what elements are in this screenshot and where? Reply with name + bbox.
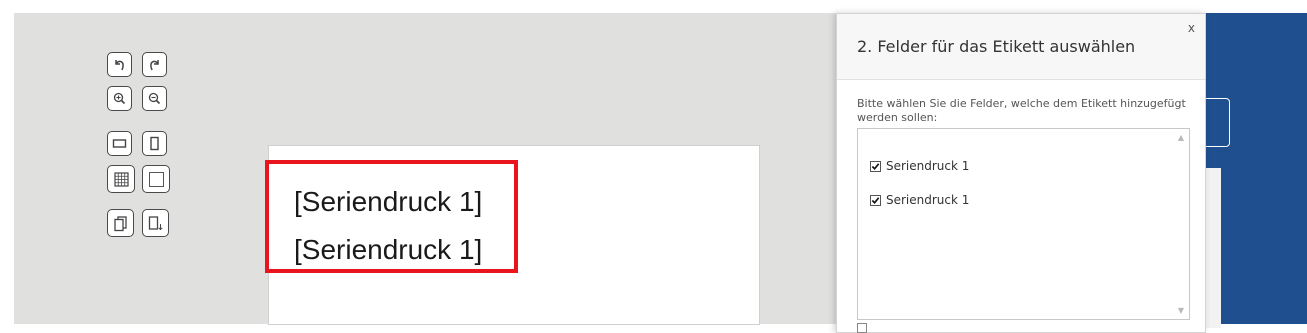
portrait-icon	[150, 136, 159, 151]
list-item[interactable]: Seriendruck 1	[870, 159, 969, 173]
label-field-1[interactable]: [Seriendruck 1]	[294, 186, 482, 218]
zoom-in-button[interactable]	[107, 86, 132, 111]
bottom-checkbox[interactable]	[857, 323, 867, 333]
grid-icon	[113, 171, 129, 187]
zoom-in-icon	[113, 92, 126, 105]
list-item-label: Seriendruck 1	[886, 159, 970, 173]
scroll-down-icon[interactable]: ▼	[1178, 306, 1184, 315]
dialog-description: Bitte wählen Sie die Felder, welche dem …	[857, 97, 1186, 124]
page-down-button[interactable]	[142, 209, 169, 237]
zoom-out-icon	[148, 92, 161, 105]
label-field-2[interactable]: [Seriendruck 1]	[294, 234, 482, 266]
no-grid-icon	[148, 171, 164, 187]
close-icon[interactable]: x	[1188, 22, 1195, 34]
field-list[interactable]: Seriendruck 1 Seriendruck 1 ▲ ▼	[857, 128, 1190, 320]
grid-button[interactable]	[107, 165, 135, 193]
duplicate-page-icon	[114, 215, 127, 231]
undo-icon	[115, 60, 124, 71]
zoom-out-button[interactable]	[142, 86, 167, 111]
checkmark-icon	[871, 196, 880, 204]
duplicate-page-button[interactable]	[107, 209, 134, 237]
undo-button[interactable]	[107, 52, 132, 77]
page-down-icon	[148, 215, 163, 230]
dialog-title: 2. Felder für das Etikett auswählen	[857, 37, 1136, 56]
landscape-icon	[112, 139, 127, 148]
list-item[interactable]: Seriendruck 1	[870, 193, 969, 207]
side-panel	[1206, 13, 1307, 324]
checkmark-icon	[871, 162, 880, 170]
redo-button[interactable]	[142, 52, 167, 77]
landscape-button[interactable]	[107, 131, 132, 156]
redo-icon	[150, 60, 159, 71]
portrait-button[interactable]	[142, 131, 167, 156]
checkbox[interactable]	[870, 194, 881, 206]
list-item-label: Seriendruck 1	[886, 193, 970, 207]
checkbox[interactable]	[870, 160, 881, 172]
scroll-up-icon[interactable]: ▲	[1178, 133, 1184, 142]
no-grid-button[interactable]	[142, 165, 170, 193]
select-fields-dialog: 2. Felder für das Etikett auswählen x Bi…	[836, 13, 1206, 333]
